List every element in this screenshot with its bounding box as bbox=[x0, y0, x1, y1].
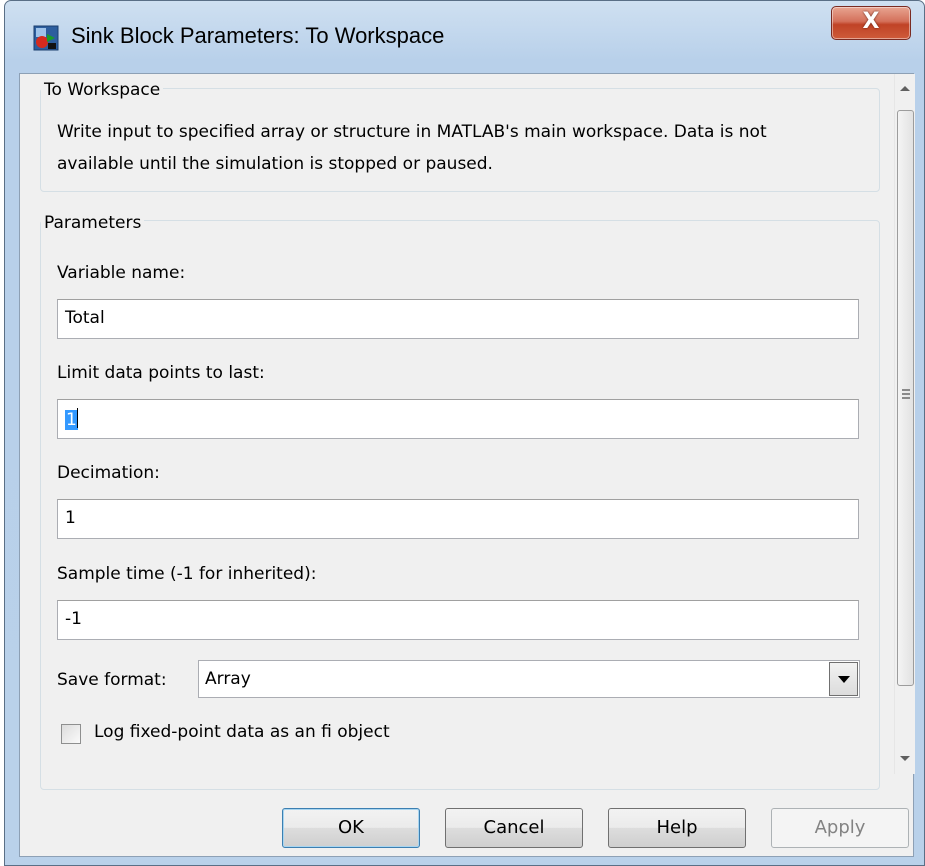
limit-data-points-label: Limit data points to last: bbox=[57, 363, 265, 383]
simulink-block-icon bbox=[33, 25, 59, 51]
decimation-label: Decimation: bbox=[57, 463, 160, 483]
parameters-scroll-area: To Workspace Write input to specified ar… bbox=[20, 74, 894, 790]
close-icon: X bbox=[862, 9, 880, 34]
scroll-down-arrow-icon[interactable] bbox=[895, 744, 916, 774]
scroll-up-arrow-icon[interactable] bbox=[895, 74, 916, 104]
dialog-client-area: To Workspace Write input to specified ar… bbox=[19, 73, 915, 857]
text-caret bbox=[76, 408, 78, 428]
grip-icon bbox=[902, 389, 910, 399]
dropdown-arrow-icon[interactable] bbox=[829, 662, 858, 696]
save-format-dropdown[interactable]: Array bbox=[198, 660, 860, 698]
sample-time-field[interactable]: -1 bbox=[57, 600, 859, 640]
sample-time-value: -1 bbox=[65, 609, 82, 629]
parameters-heading: Parameters bbox=[41, 213, 145, 233]
block-description-line-2: available until the simulation is stoppe… bbox=[57, 154, 493, 174]
decimation-field[interactable]: 1 bbox=[57, 499, 859, 539]
title-bar[interactable]: Sink Block Parameters: To Workspace X bbox=[5, 1, 924, 71]
sample-time-label: Sample time (-1 for inherited): bbox=[57, 564, 317, 584]
help-button[interactable]: Help bbox=[608, 808, 746, 848]
block-name-heading: To Workspace bbox=[41, 80, 164, 100]
log-fixed-point-checkbox[interactable] bbox=[61, 724, 81, 744]
decimation-value: 1 bbox=[65, 508, 76, 528]
scrollbar-thumb[interactable] bbox=[897, 110, 914, 686]
apply-button[interactable]: Apply bbox=[771, 808, 909, 848]
dialog-window: Sink Block Parameters: To Workspace X To… bbox=[4, 0, 925, 866]
close-button[interactable]: X bbox=[831, 6, 911, 40]
save-format-value: Array bbox=[205, 669, 251, 689]
block-description-line-1: Write input to specified array or struct… bbox=[57, 122, 767, 142]
variable-name-label: Variable name: bbox=[57, 263, 186, 283]
log-fixed-point-label[interactable]: Log fixed-point data as an fi object bbox=[94, 722, 390, 742]
variable-name-field[interactable]: Total bbox=[57, 299, 859, 339]
cancel-button[interactable]: Cancel bbox=[445, 808, 583, 848]
ok-button[interactable]: OK bbox=[282, 808, 420, 848]
variable-name-value: Total bbox=[65, 308, 105, 328]
window-title: Sink Block Parameters: To Workspace bbox=[71, 23, 445, 48]
save-format-label: Save format: bbox=[57, 670, 167, 690]
vertical-scrollbar[interactable] bbox=[894, 74, 915, 774]
limit-data-points-field[interactable]: 1 bbox=[57, 399, 859, 439]
